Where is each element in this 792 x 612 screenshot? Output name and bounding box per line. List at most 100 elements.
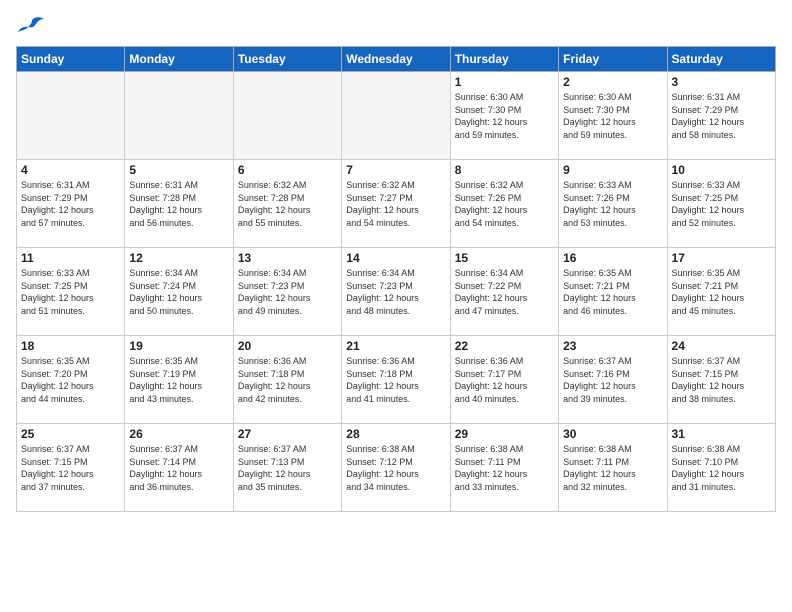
- day-info: Sunrise: 6:35 AM Sunset: 7:19 PM Dayligh…: [129, 355, 228, 405]
- calendar-day-cell: 20 Sunrise: 6:36 AM Sunset: 7:18 PM Dayli…: [233, 336, 341, 424]
- day-number: 18: [21, 339, 120, 353]
- calendar-day-cell: 8 Sunrise: 6:32 AM Sunset: 7:26 PM Daylig…: [450, 160, 558, 248]
- calendar-day-cell: 19Sunrise: 6:35 AM Sunset: 7:19 PM Dayli…: [125, 336, 233, 424]
- calendar-day-cell: 26Sunrise: 6:37 AM Sunset: 7:14 PM Dayli…: [125, 424, 233, 512]
- calendar-day-cell: 31 Sunrise: 6:38 AM Sunset: 7:10 PM Dayli…: [667, 424, 775, 512]
- day-number: 14: [346, 251, 445, 265]
- calendar-day-cell: 3 Sunrise: 6:31 AM Sunset: 7:29 PM Daylig…: [667, 72, 775, 160]
- day-info: Sunrise: 6:33 AM Sunset: 7:26 PM Dayligh…: [563, 179, 662, 229]
- calendar-table: SundayMondayTuesdayWednesdayThursdayFrid…: [16, 46, 776, 512]
- logo: [16, 16, 46, 38]
- day-info: Sunrise: 6:31 AM Sunset: 7:29 PM Dayligh…: [672, 91, 771, 141]
- day-number: 30: [563, 427, 662, 441]
- day-info: Sunrise: 6:30 AM Sunset: 7:30 PM Dayligh…: [455, 91, 554, 141]
- day-number: 7: [346, 163, 445, 177]
- day-info: Sunrise: 6:36 AM Sunset: 7:18 PM Dayligh…: [238, 355, 337, 405]
- day-info: Sunrise: 6:34 AM Sunset: 7:23 PM Dayligh…: [346, 267, 445, 317]
- day-number: 6: [238, 163, 337, 177]
- calendar-weekday-header: Saturday: [667, 47, 775, 72]
- calendar-day-cell: 25 Sunrise: 6:37 AM Sunset: 7:15 PM Dayli…: [17, 424, 125, 512]
- day-number: 4: [21, 163, 120, 177]
- logo-bird-icon: [18, 16, 46, 38]
- day-number: 25: [21, 427, 120, 441]
- day-info: Sunrise: 6:32 AM Sunset: 7:27 PM Dayligh…: [346, 179, 445, 229]
- day-number: 29: [455, 427, 554, 441]
- calendar-day-cell: 11 Sunrise: 6:33 AM Sunset: 7:25 PM Dayli…: [17, 248, 125, 336]
- calendar-day-cell: 30Sunrise: 6:38 AM Sunset: 7:11 PM Dayli…: [559, 424, 667, 512]
- calendar-day-cell: 24 Sunrise: 6:37 AM Sunset: 7:15 PM Dayli…: [667, 336, 775, 424]
- day-number: 9: [563, 163, 662, 177]
- calendar-weekday-header: Friday: [559, 47, 667, 72]
- calendar-day-cell: 6 Sunrise: 6:32 AM Sunset: 7:28 PM Daylig…: [233, 160, 341, 248]
- day-info: Sunrise: 6:37 AM Sunset: 7:16 PM Dayligh…: [563, 355, 662, 405]
- calendar-day-cell: 10 Sunrise: 6:33 AM Sunset: 7:25 PM Dayli…: [667, 160, 775, 248]
- page-header: [16, 16, 776, 38]
- calendar-day-cell: [125, 72, 233, 160]
- day-info: Sunrise: 6:35 AM Sunset: 7:21 PM Dayligh…: [563, 267, 662, 317]
- day-info: Sunrise: 6:38 AM Sunset: 7:10 PM Dayligh…: [672, 443, 771, 493]
- calendar-day-cell: 22 Sunrise: 6:36 AM Sunset: 7:17 PM Dayli…: [450, 336, 558, 424]
- calendar-day-cell: 15 Sunrise: 6:34 AM Sunset: 7:22 PM Dayli…: [450, 248, 558, 336]
- day-number: 27: [238, 427, 337, 441]
- day-number: 31: [672, 427, 771, 441]
- calendar-day-cell: 16 Sunrise: 6:35 AM Sunset: 7:21 PM Dayli…: [559, 248, 667, 336]
- day-number: 1: [455, 75, 554, 89]
- day-info: Sunrise: 6:34 AM Sunset: 7:22 PM Dayligh…: [455, 267, 554, 317]
- calendar-week-row: 4 Sunrise: 6:31 AM Sunset: 7:29 PM Daylig…: [17, 160, 776, 248]
- calendar-day-cell: 13Sunrise: 6:34 AM Sunset: 7:23 PM Dayli…: [233, 248, 341, 336]
- calendar-weekday-header: Wednesday: [342, 47, 450, 72]
- calendar-day-cell: 5 Sunrise: 6:31 AM Sunset: 7:28 PM Daylig…: [125, 160, 233, 248]
- day-info: Sunrise: 6:37 AM Sunset: 7:15 PM Dayligh…: [672, 355, 771, 405]
- day-number: 20: [238, 339, 337, 353]
- day-number: 10: [672, 163, 771, 177]
- day-info: Sunrise: 6:33 AM Sunset: 7:25 PM Dayligh…: [21, 267, 120, 317]
- calendar-day-cell: [233, 72, 341, 160]
- day-number: 8: [455, 163, 554, 177]
- day-info: Sunrise: 6:38 AM Sunset: 7:11 PM Dayligh…: [455, 443, 554, 493]
- day-info: Sunrise: 6:36 AM Sunset: 7:17 PM Dayligh…: [455, 355, 554, 405]
- day-info: Sunrise: 6:35 AM Sunset: 7:20 PM Dayligh…: [21, 355, 120, 405]
- day-info: Sunrise: 6:31 AM Sunset: 7:29 PM Dayligh…: [21, 179, 120, 229]
- calendar-week-row: 18 Sunrise: 6:35 AM Sunset: 7:20 PM Dayli…: [17, 336, 776, 424]
- calendar-weekday-header: Thursday: [450, 47, 558, 72]
- calendar-week-row: 11 Sunrise: 6:33 AM Sunset: 7:25 PM Dayli…: [17, 248, 776, 336]
- calendar-weekday-header: Sunday: [17, 47, 125, 72]
- day-number: 21: [346, 339, 445, 353]
- day-info: Sunrise: 6:30 AM Sunset: 7:30 PM Dayligh…: [563, 91, 662, 141]
- calendar-day-cell: 21Sunrise: 6:36 AM Sunset: 7:18 PM Dayli…: [342, 336, 450, 424]
- calendar-weekday-header: Tuesday: [233, 47, 341, 72]
- day-number: 16: [563, 251, 662, 265]
- day-number: 3: [672, 75, 771, 89]
- calendar-day-cell: 7 Sunrise: 6:32 AM Sunset: 7:27 PM Daylig…: [342, 160, 450, 248]
- calendar-day-cell: 12Sunrise: 6:34 AM Sunset: 7:24 PM Dayli…: [125, 248, 233, 336]
- calendar-day-cell: 29 Sunrise: 6:38 AM Sunset: 7:11 PM Dayli…: [450, 424, 558, 512]
- calendar-day-cell: 9 Sunrise: 6:33 AM Sunset: 7:26 PM Daylig…: [559, 160, 667, 248]
- day-number: 2: [563, 75, 662, 89]
- day-info: Sunrise: 6:32 AM Sunset: 7:28 PM Dayligh…: [238, 179, 337, 229]
- calendar-day-cell: 1 Sunrise: 6:30 AM Sunset: 7:30 PM Daylig…: [450, 72, 558, 160]
- day-number: 23: [563, 339, 662, 353]
- day-info: Sunrise: 6:31 AM Sunset: 7:28 PM Dayligh…: [129, 179, 228, 229]
- calendar-weekday-header: Monday: [125, 47, 233, 72]
- day-number: 22: [455, 339, 554, 353]
- day-number: 11: [21, 251, 120, 265]
- day-number: 17: [672, 251, 771, 265]
- day-info: Sunrise: 6:32 AM Sunset: 7:26 PM Dayligh…: [455, 179, 554, 229]
- day-info: Sunrise: 6:37 AM Sunset: 7:15 PM Dayligh…: [21, 443, 120, 493]
- day-number: 15: [455, 251, 554, 265]
- calendar-week-row: 25 Sunrise: 6:37 AM Sunset: 7:15 PM Dayli…: [17, 424, 776, 512]
- calendar-week-row: 1 Sunrise: 6:30 AM Sunset: 7:30 PM Daylig…: [17, 72, 776, 160]
- calendar-day-cell: 27Sunrise: 6:37 AM Sunset: 7:13 PM Dayli…: [233, 424, 341, 512]
- day-number: 5: [129, 163, 228, 177]
- calendar-header-row: SundayMondayTuesdayWednesdayThursdayFrid…: [17, 47, 776, 72]
- day-info: Sunrise: 6:38 AM Sunset: 7:12 PM Dayligh…: [346, 443, 445, 493]
- calendar-day-cell: 17 Sunrise: 6:35 AM Sunset: 7:21 PM Dayli…: [667, 248, 775, 336]
- day-number: 28: [346, 427, 445, 441]
- day-number: 24: [672, 339, 771, 353]
- day-info: Sunrise: 6:34 AM Sunset: 7:23 PM Dayligh…: [238, 267, 337, 317]
- day-info: Sunrise: 6:33 AM Sunset: 7:25 PM Dayligh…: [672, 179, 771, 229]
- calendar-day-cell: 4 Sunrise: 6:31 AM Sunset: 7:29 PM Daylig…: [17, 160, 125, 248]
- calendar-day-cell: 2 Sunrise: 6:30 AM Sunset: 7:30 PM Daylig…: [559, 72, 667, 160]
- day-info: Sunrise: 6:35 AM Sunset: 7:21 PM Dayligh…: [672, 267, 771, 317]
- day-number: 12: [129, 251, 228, 265]
